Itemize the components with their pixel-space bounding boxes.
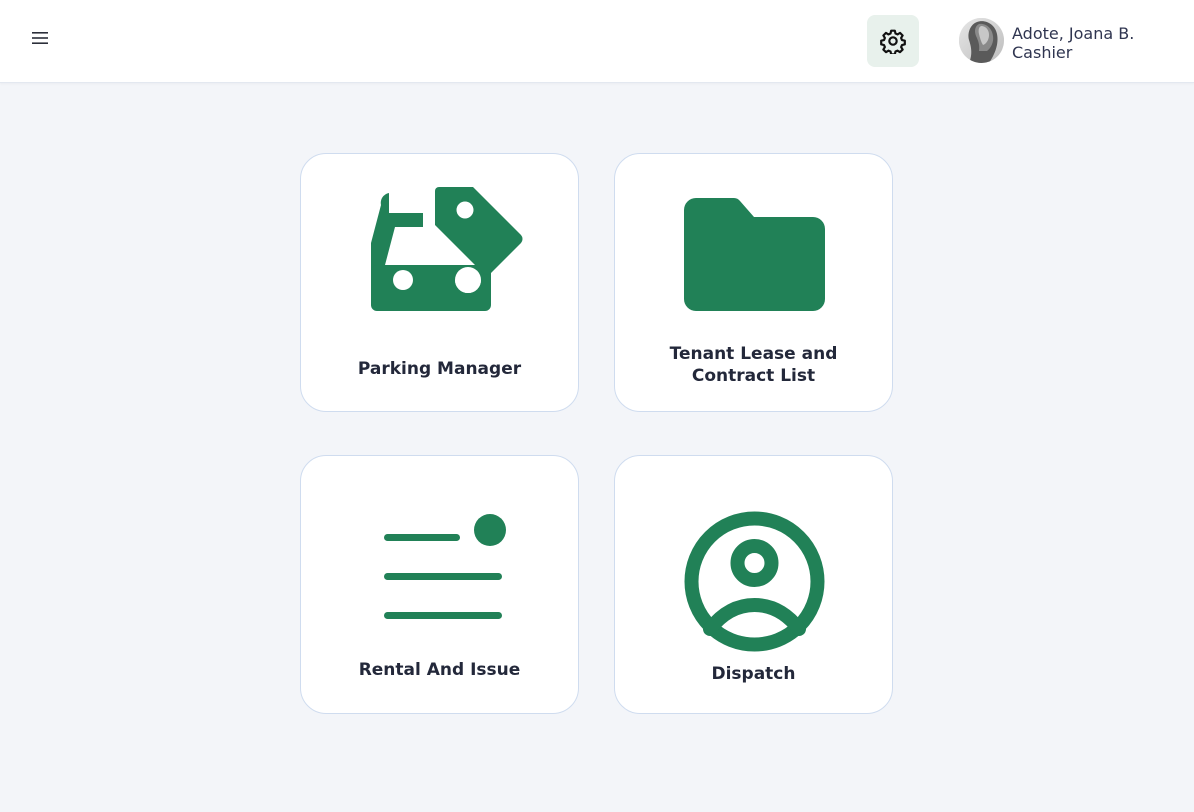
- folder-icon: [684, 198, 825, 311]
- menu-button[interactable]: [26, 24, 54, 52]
- hamburger-menu-icon: [32, 32, 48, 44]
- top-bar: Adote, Joana B. Cashier: [0, 0, 1194, 83]
- gear-icon: [880, 29, 906, 54]
- card-label: Dispatch: [711, 664, 796, 684]
- user-name: Adote, Joana B.: [1012, 24, 1135, 43]
- card-label: Tenant Lease and Contract List: [669, 344, 838, 386]
- card-label: Parking Manager: [357, 359, 522, 379]
- avatar[interactable]: [959, 18, 1004, 63]
- settings-button[interactable]: [867, 15, 919, 67]
- tenant-lease-card[interactable]: Tenant Lease and Contract List: [614, 153, 893, 412]
- user-circle-icon: [684, 511, 825, 652]
- dispatch-card[interactable]: Dispatch: [614, 455, 893, 714]
- list-notification-icon: [384, 514, 506, 619]
- car-tag-icon: [371, 187, 523, 311]
- rental-and-issue-card[interactable]: Rental And Issue: [300, 455, 579, 714]
- user-role: Cashier: [1012, 43, 1073, 62]
- user-photo: [959, 18, 1004, 63]
- card-label: Rental And Issue: [358, 660, 521, 680]
- parking-manager-card[interactable]: Parking Manager: [300, 153, 579, 412]
